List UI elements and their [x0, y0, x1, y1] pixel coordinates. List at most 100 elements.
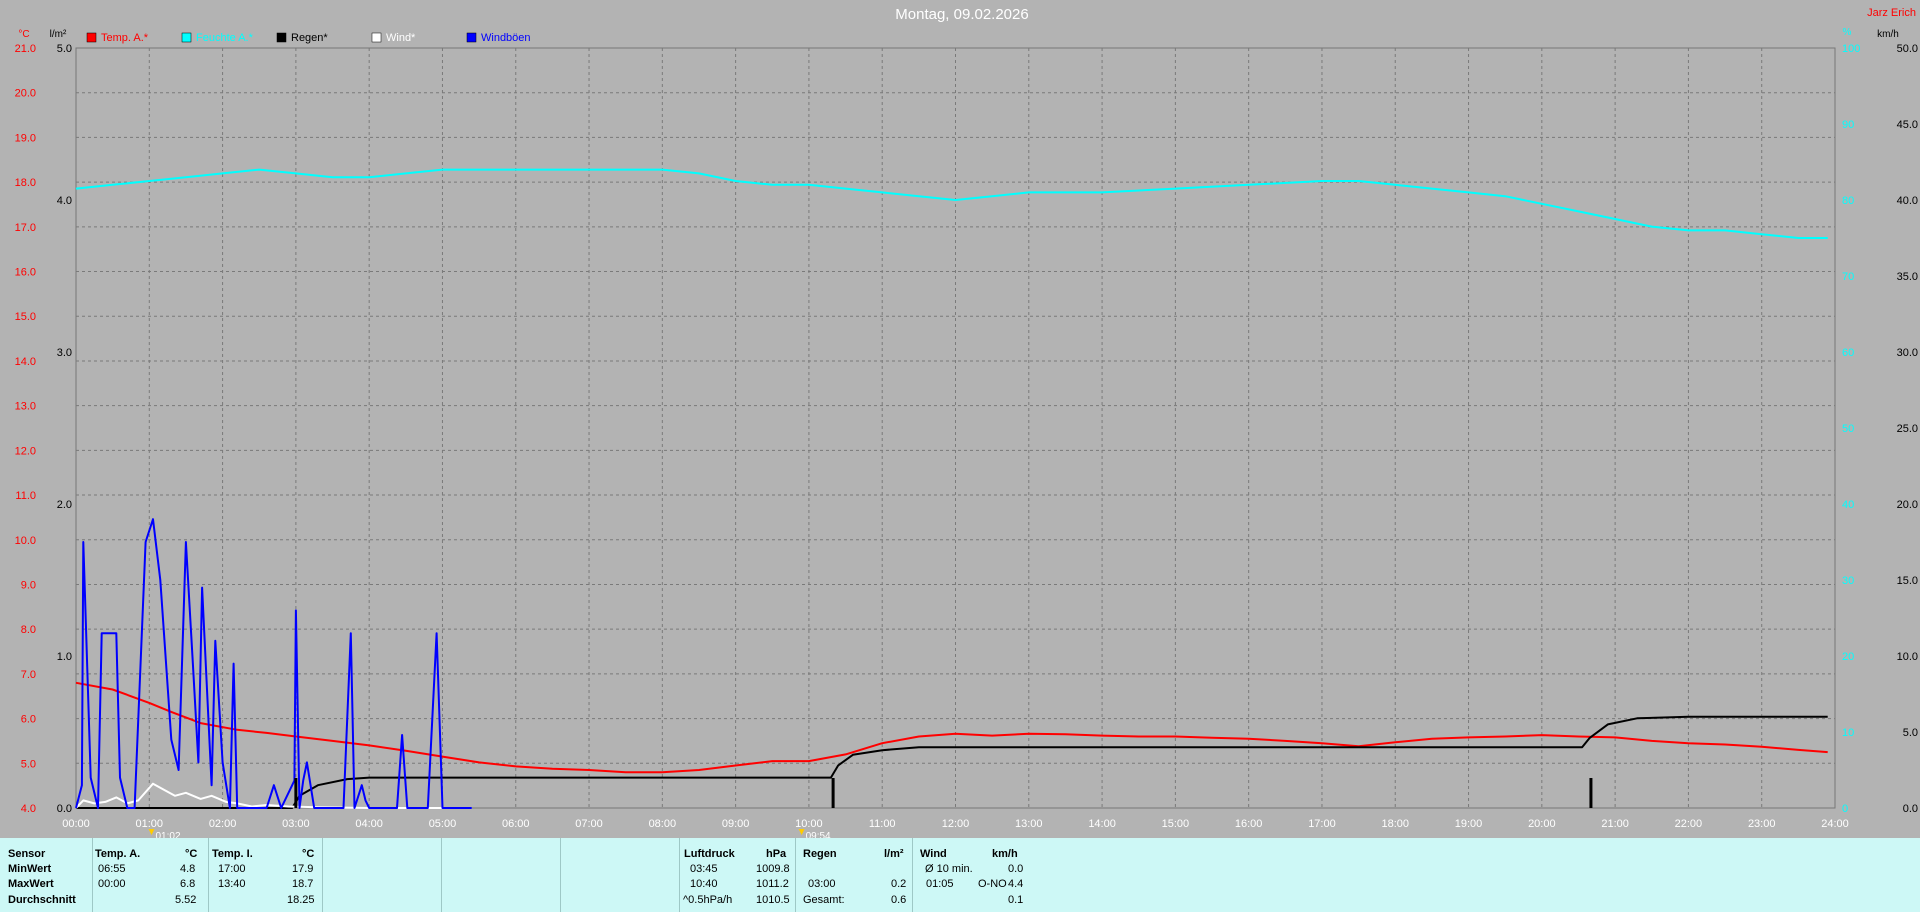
wind-tick-label: 50.0 [1897, 43, 1918, 55]
legend-label-wind: Wind* [386, 32, 416, 44]
stats-temp-i-min-time: 17:00 [218, 863, 246, 875]
temp-tick-label: 18.0 [15, 177, 36, 189]
humidity-tick-label: 100 [1842, 43, 1860, 55]
temp-tick-label: 16.0 [15, 267, 36, 279]
wind-axis-unit: km/h [1877, 29, 1899, 40]
x-tick-label: 13:00 [1015, 818, 1043, 830]
humidity-tick-label: 20 [1842, 651, 1854, 663]
temp-tick-label: 9.0 [21, 579, 36, 591]
temp-tick-label: 8.0 [21, 624, 36, 636]
stats-header-pressure: Luftdruck [684, 848, 735, 860]
wind-tick-label: 10.0 [1897, 651, 1918, 663]
x-tick-label: 17:00 [1308, 818, 1336, 830]
temp-axis-unit: °C [18, 29, 29, 40]
x-tick-label: 18:00 [1381, 818, 1409, 830]
stats-pressure-min-time: 03:45 [690, 863, 718, 875]
x-tick-label: 10:00 [795, 818, 823, 830]
wind-tick-label: 25.0 [1897, 423, 1918, 435]
temp-tick-label: 11.0 [15, 490, 36, 502]
x-tick-label: 03:00 [282, 818, 310, 830]
time-marker-label: 09:54 [806, 831, 831, 838]
rain-tick-label: 0.0 [57, 803, 72, 815]
station-name: Jarz Erich [1867, 7, 1916, 19]
legend-label-gusts: Windböen [481, 32, 531, 44]
stats-header-wind-unit: km/h [992, 848, 1018, 860]
humidity-tick-label: 90 [1842, 119, 1854, 131]
wind-tick-label: 15.0 [1897, 575, 1918, 587]
rain-axis-unit: l/m² [50, 29, 67, 40]
stats-temp-i-min: 17.9 [292, 863, 314, 875]
stats-separator [92, 838, 93, 912]
stats-separator [679, 838, 680, 912]
stats-rain-total: 0.6 [891, 894, 907, 906]
rain-tick-label: 5.0 [57, 43, 72, 55]
x-tick-label: 05:00 [429, 818, 457, 830]
stats-wind-max-dir: O-NO [978, 878, 1007, 890]
wind-tick-label: 45.0 [1897, 119, 1918, 131]
legend-swatch-humidity [181, 32, 192, 43]
stats-pressure-trend: ^0.5hPa/h [683, 894, 733, 906]
stats-header-temp-i-unit: °C [302, 848, 315, 860]
stats-label-avg: Durchschnitt [8, 894, 76, 906]
stats-separator [322, 838, 323, 912]
stats-temp-a-avg: 5.52 [175, 894, 197, 906]
stats-wind-avg-label: Ø 10 min. [925, 863, 973, 875]
legend-label-humidity: Feuchte A.* [196, 32, 254, 44]
stats-rain-max-time: 03:00 [808, 878, 836, 890]
temp-tick-label: 20.0 [15, 88, 36, 100]
x-tick-label: 08:00 [649, 818, 677, 830]
stats-rain-total-label: Gesamt: [803, 894, 845, 906]
x-tick-label: 11:00 [869, 818, 896, 830]
temp-tick-label: 10.0 [15, 535, 36, 547]
rain-tick-label: 1.0 [57, 651, 72, 663]
x-tick-label: 15:00 [1162, 818, 1190, 830]
stats-temp-i-max-time: 13:40 [218, 878, 246, 890]
stats-temp-i-avg: 18.25 [287, 894, 315, 906]
legend-swatch-temp [86, 32, 97, 43]
wind-tick-label: 0.0 [1903, 803, 1918, 815]
legend-label-temp: Temp. A.* [101, 32, 149, 44]
x-tick-label: 23:00 [1748, 818, 1776, 830]
wind-tick-label: 20.0 [1897, 499, 1918, 511]
x-tick-label: 16:00 [1235, 818, 1263, 830]
stats-wind-day-avg: 0.1 [1008, 894, 1024, 906]
rain-tick-label: 2.0 [57, 499, 72, 511]
stats-temp-i-max: 18.7 [292, 878, 314, 890]
stats-temp-a-max: 6.8 [180, 878, 196, 890]
x-tick-label: 14:00 [1088, 818, 1116, 830]
stats-pressure-avg: 1010.5 [756, 894, 790, 906]
stats-label-max: MaxWert [8, 878, 54, 890]
stats-header-wind: Wind [920, 848, 947, 860]
temp-tick-label: 19.0 [15, 132, 36, 144]
x-tick-label: 06:00 [502, 818, 530, 830]
rain-tick-label: 3.0 [57, 347, 72, 359]
time-marker-label: 01:02 [155, 831, 180, 838]
x-tick-label: 24:00 [1821, 818, 1849, 830]
temp-tick-label: 4.0 [21, 803, 36, 815]
x-tick-label: 22:00 [1675, 818, 1703, 830]
stats-separator [441, 838, 442, 912]
stats-temp-a-min: 4.8 [180, 863, 196, 875]
legend-swatch-wind [371, 32, 382, 43]
stats-pressure-max-time: 10:40 [690, 878, 718, 890]
humidity-axis-unit: % [1843, 27, 1852, 38]
temp-tick-label: 7.0 [21, 669, 36, 681]
statistics-panel: Sensor MinWert MaxWert Durchschnitt Temp… [0, 838, 1920, 912]
stats-header-temp-i: Temp. I. [212, 848, 253, 860]
temp-tick-label: 6.0 [21, 714, 36, 726]
chart-title: Montag, 09.02.2026 [895, 6, 1028, 23]
x-tick-label: 04:00 [355, 818, 383, 830]
stats-header-rain-unit: l/m² [884, 848, 904, 860]
x-tick-label: 01:00 [136, 818, 164, 830]
x-tick-label: 07:00 [575, 818, 603, 830]
stats-label-min: MinWert [8, 863, 52, 875]
stats-wind-max: 4.4 [1008, 878, 1024, 890]
temp-tick-label: 15.0 [15, 311, 36, 323]
x-tick-label: 02:00 [209, 818, 237, 830]
stats-header-sensor: Sensor [8, 848, 46, 860]
stats-wind-avg: 0.0 [1008, 863, 1024, 875]
temp-tick-label: 13.0 [15, 401, 36, 413]
stats-pressure-min: 1009.8 [756, 863, 790, 875]
humidity-tick-label: 30 [1842, 575, 1854, 587]
stats-wind-max-time: 01:05 [926, 878, 954, 890]
